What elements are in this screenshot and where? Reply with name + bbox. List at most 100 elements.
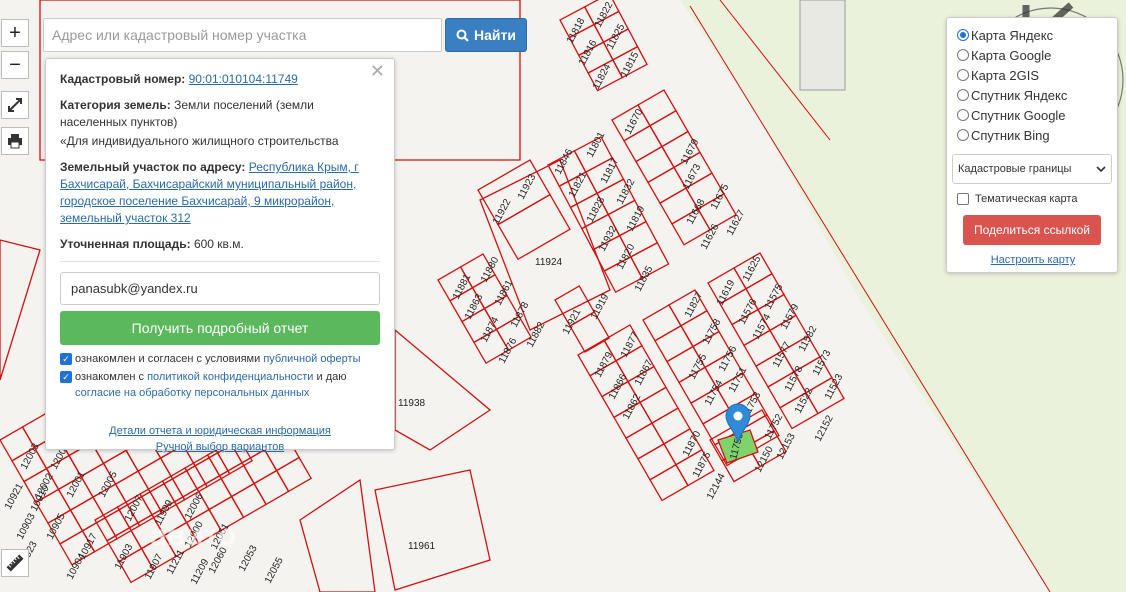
- parcel-number-label: 11961: [408, 541, 436, 552]
- consent-privacy-checkbox[interactable]: ✓ ознакомлен с политикой конфиденциально…: [60, 369, 380, 401]
- parcel-block[interactable]: [477, 159, 571, 261]
- parcel-number-label: 11575: [763, 282, 786, 311]
- basemap-option[interactable]: Карта Google: [957, 45, 1109, 65]
- search-input[interactable]: [43, 18, 442, 52]
- parcel-number-label: 11578: [783, 364, 806, 393]
- configure-map-link[interactable]: Настроить карту: [957, 254, 1109, 266]
- consent-offer-text: ознакомлен и согласен с условиями: [75, 353, 264, 365]
- basemap-option-label: Карта Google: [971, 47, 1052, 63]
- parcel-number-label: 12003: [19, 441, 42, 471]
- parcel-number-label: 12053: [237, 543, 260, 573]
- email-field[interactable]: [60, 272, 380, 305]
- print-button[interactable]: [1, 127, 29, 155]
- search-button[interactable]: Найти: [445, 18, 527, 52]
- parcel-outline[interactable]: [394, 328, 492, 451]
- basemap-option-label: Спутник Bing: [971, 127, 1050, 143]
- parcel-number-label: 11522: [793, 386, 816, 415]
- radio-button[interactable]: [957, 89, 969, 101]
- parcel[interactable]: [184, 454, 221, 490]
- parcel-number-label: 11576: [737, 297, 760, 326]
- share-link-button[interactable]: Поделиться ссылкой: [963, 215, 1101, 245]
- map-layers-panel: Карта Яндекс Карта Google Карта 2GIS Спутни…: [946, 17, 1118, 273]
- area-label: Уточненная площадь:: [60, 237, 191, 251]
- basemap-option[interactable]: Спутник Яндекс: [957, 85, 1109, 105]
- parcel-outline[interactable]: [299, 478, 376, 592]
- thematic-map-label: Тематическая карта: [975, 193, 1078, 205]
- radio-button[interactable]: [957, 129, 969, 141]
- radio-button[interactable]: [957, 49, 969, 61]
- parcel[interactable]: [69, 496, 106, 532]
- parcel-number-label: 11870: [681, 429, 704, 458]
- parcel-number-label: 11673: [681, 162, 704, 191]
- watermark-text: авито: [150, 519, 236, 552]
- parcel-number-label: 11923: [516, 172, 539, 201]
- checkbox-checked-icon[interactable]: ✓: [60, 353, 72, 365]
- parcel-number-label: 11820: [615, 242, 638, 271]
- divider: [60, 261, 380, 262]
- parcel-number-label: 10917: [77, 531, 100, 561]
- parcel-number-label: 10921: [3, 481, 26, 511]
- parcel-number-label: 11866: [607, 372, 630, 401]
- overlay-select[interactable]: Кадастровые границы: [952, 154, 1112, 184]
- parcel-number-label: 12006: [183, 491, 206, 521]
- parcel-outline[interactable]: [0, 239, 41, 381]
- fullscreen-button[interactable]: [1, 91, 29, 119]
- parcel[interactable]: [230, 482, 267, 519]
- parcel[interactable]: [275, 456, 313, 493]
- zoom-out-button[interactable]: −: [1, 51, 29, 79]
- checkbox-checked-icon[interactable]: ✓: [60, 371, 72, 383]
- cadastral-number-link[interactable]: 90:01:010104:11749: [189, 72, 298, 86]
- parcel[interactable]: [642, 304, 682, 342]
- parcel[interactable]: [253, 469, 290, 506]
- radio-button[interactable]: [957, 109, 969, 121]
- parcel[interactable]: [637, 443, 677, 481]
- close-icon[interactable]: ✕: [370, 62, 385, 80]
- consent-offer-checkbox[interactable]: ✓ ознакомлен и согласен с условиями публ…: [60, 351, 380, 367]
- basemap-option[interactable]: Спутник Bing: [957, 125, 1109, 145]
- land-category-label: Категория земель:: [60, 98, 171, 112]
- parcel[interactable]: [635, 145, 675, 184]
- parcel[interactable]: [137, 457, 174, 493]
- parcel[interactable]: [637, 89, 677, 127]
- parcel-number-label: 10903: [15, 511, 38, 541]
- basemap-option[interactable]: Карта Яндекс: [957, 25, 1109, 45]
- parcel-number-label: 11573: [811, 348, 834, 377]
- parcel[interactable]: [161, 467, 198, 503]
- radio-button[interactable]: [957, 29, 969, 41]
- parcel[interactable]: [625, 422, 665, 460]
- parcel[interactable]: [171, 465, 208, 501]
- personal-data-consent-link[interactable]: согласие на обработку персональных данны…: [75, 387, 309, 399]
- checkbox-unchecked-icon[interactable]: [957, 193, 969, 205]
- parcel[interactable]: [218, 461, 255, 498]
- manual-selection-link[interactable]: Ручной выбор вариантов: [60, 439, 380, 455]
- parcel[interactable]: [649, 109, 689, 148]
- parcel[interactable]: [651, 407, 691, 445]
- parcel-number-label: 11523: [823, 372, 846, 401]
- parcel-number-label: 11921: [561, 307, 584, 336]
- report-details-link[interactable]: Детали отчета и юридическая информация: [60, 423, 380, 439]
- expand-icon: [8, 98, 22, 112]
- parcel-number-label: 11919: [589, 292, 612, 321]
- ruler-button[interactable]: [1, 549, 29, 577]
- parcel-number-label: 11877: [619, 330, 642, 359]
- parcel-number-label: 11582: [797, 324, 820, 353]
- parcel-number-label: 11821: [567, 170, 590, 199]
- parcel-outline[interactable]: [374, 469, 491, 591]
- parcel[interactable]: [94, 506, 131, 542]
- parcel[interactable]: [639, 386, 679, 425]
- privacy-policy-link[interactable]: политикой конфиденциальности: [147, 371, 313, 383]
- zoom-in-button[interactable]: +: [1, 19, 29, 47]
- parcel[interactable]: [654, 324, 694, 363]
- get-report-button[interactable]: Получить подробный отчет: [60, 311, 380, 345]
- parcel-info-panel: ✕ Кадастровый номер: 90:01:010104:11749 …: [45, 58, 395, 453]
- basemap-option[interactable]: Карта 2GIS: [957, 65, 1109, 85]
- overlay-select-value: Кадастровые границы: [958, 163, 1072, 175]
- public-offer-link[interactable]: публичной оферты: [263, 353, 360, 365]
- parcel[interactable]: [196, 474, 233, 511]
- parcel[interactable]: [647, 166, 687, 205]
- basemap-option[interactable]: Спутник Google: [957, 105, 1109, 125]
- parcel[interactable]: [194, 452, 231, 488]
- thematic-map-checkbox[interactable]: Тематическая карта: [957, 193, 1109, 205]
- radio-button[interactable]: [957, 69, 969, 81]
- parcel[interactable]: [649, 463, 689, 502]
